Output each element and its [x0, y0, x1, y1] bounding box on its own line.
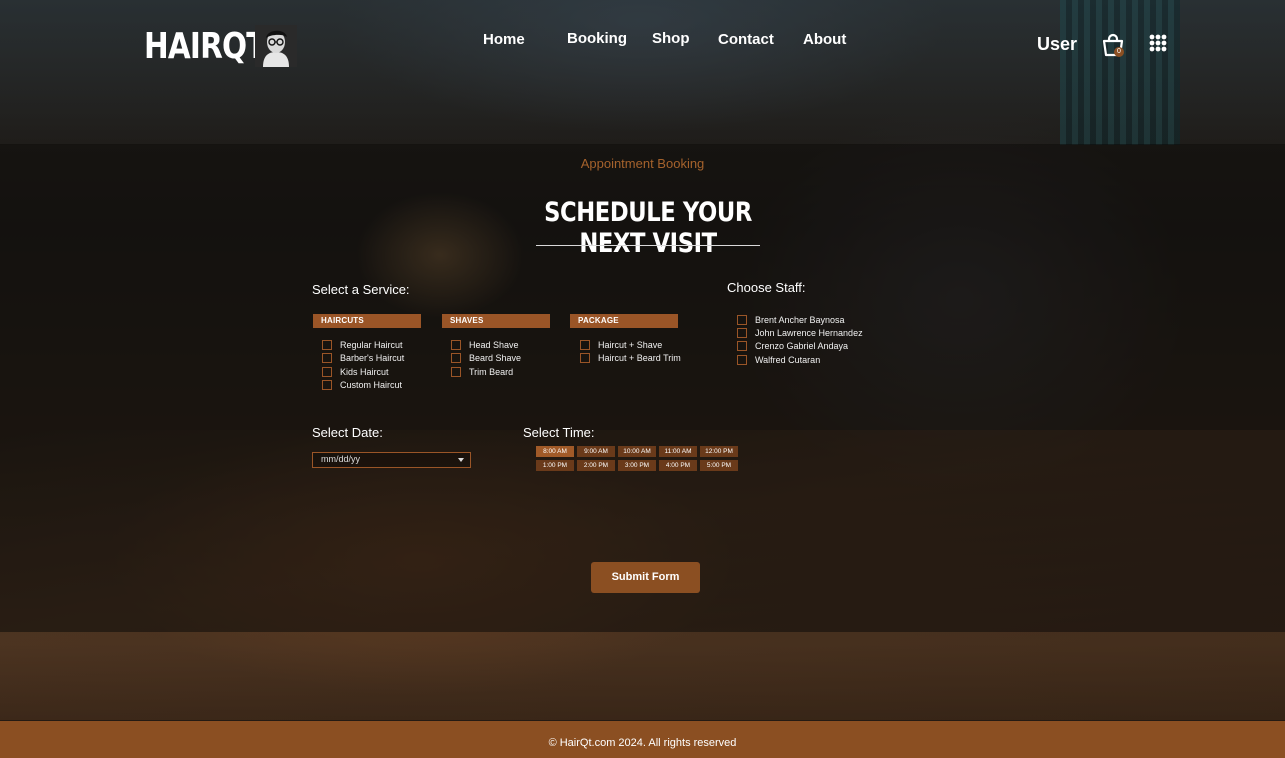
category-haircuts: HAIRCUTS — [313, 314, 421, 328]
section-eyebrow: Appointment Booking — [580, 156, 705, 171]
staff-label: Choose Staff: — [727, 280, 806, 295]
checkbox[interactable] — [322, 380, 332, 390]
staff-option[interactable]: John Lawrence Hernandez — [737, 327, 863, 339]
time-slot[interactable]: 3:00 PM — [618, 460, 656, 471]
barber-avatar-icon — [255, 25, 297, 67]
staff-option[interactable]: Brent Ancher Baynosa — [737, 314, 845, 326]
checkbox[interactable] — [451, 340, 461, 350]
date-input[interactable]: mm/dd/yy — [312, 452, 471, 468]
checkbox[interactable] — [322, 367, 332, 377]
site-header: HAIRQT Home Booking Shop Contact About U… — [0, 0, 1285, 90]
option-label: Trim Beard — [469, 367, 514, 377]
logo-text[interactable]: HAIRQT — [144, 26, 266, 67]
option-label: Head Shave — [469, 340, 519, 350]
checkbox[interactable] — [737, 315, 747, 325]
service-option[interactable]: Trim Beard — [451, 366, 513, 378]
service-option[interactable]: Regular Haircut — [322, 339, 403, 351]
copyright-text: © HairQt.com 2024. All rights reserved — [548, 737, 737, 749]
time-slot[interactable]: 12:00 PM — [700, 446, 738, 457]
option-label: Beard Shave — [469, 353, 522, 363]
service-option[interactable]: Custom Haircut — [322, 379, 402, 391]
service-option[interactable]: Haircut + Beard Trim — [580, 352, 681, 364]
service-label: Select a Service: — [312, 282, 410, 297]
site-footer: © HairQt.com 2024. All rights reserved — [0, 721, 1285, 758]
title-divider — [536, 245, 760, 246]
checkbox[interactable] — [451, 353, 461, 363]
checkbox[interactable] — [737, 341, 747, 351]
staff-option[interactable]: Walfred Cutaran — [737, 354, 820, 366]
time-slot[interactable]: 11:00 AM — [659, 446, 697, 457]
staff-name: John Lawrence Hernandez — [755, 328, 863, 338]
service-option[interactable]: Beard Shave — [451, 352, 521, 364]
staff-name: Crenzo Gabriel Andaya — [755, 341, 849, 351]
option-label: Custom Haircut — [340, 380, 403, 390]
option-label: Kids Haircut — [340, 367, 389, 377]
time-slot[interactable]: 4:00 PM — [659, 460, 697, 471]
nav-shop[interactable]: Shop — [652, 30, 690, 47]
time-slot[interactable]: 8:00 AM — [536, 446, 574, 457]
time-slot[interactable]: 5:00 PM — [700, 460, 738, 471]
checkbox[interactable] — [322, 353, 332, 363]
time-slot[interactable]: 1:00 PM — [536, 460, 574, 471]
option-label: Haircut + Beard Trim — [598, 353, 681, 363]
checkbox[interactable] — [580, 353, 590, 363]
cart-count-badge: 0 — [1114, 47, 1124, 57]
time-slot[interactable]: 2:00 PM — [577, 460, 615, 471]
category-shaves: SHAVES — [442, 314, 550, 328]
staff-name: Brent Ancher Baynosa — [755, 315, 845, 325]
page-title: SCHEDULE YOUR NEXT VISIT — [544, 197, 752, 259]
option-label: Barber's Haircut — [340, 353, 405, 363]
service-option[interactable]: Barber's Haircut — [322, 352, 404, 364]
nav-contact[interactable]: Contact — [718, 31, 774, 48]
checkbox[interactable] — [737, 328, 747, 338]
option-label: Regular Haircut — [340, 340, 403, 350]
option-label: Haircut + Shave — [598, 340, 663, 350]
time-label: Select Time: — [523, 425, 595, 440]
service-option[interactable]: Haircut + Shave — [580, 339, 662, 351]
checkbox[interactable] — [451, 367, 461, 377]
category-package: PACKAGE — [570, 314, 678, 328]
date-placeholder: mm/dd/yy — [321, 454, 361, 464]
submit-button[interactable]: Submit Form — [591, 562, 700, 593]
service-option[interactable]: Kids Haircut — [322, 366, 389, 378]
checkbox[interactable] — [737, 355, 747, 365]
nav-about[interactable]: About — [803, 31, 846, 48]
staff-option[interactable]: Crenzo Gabriel Andaya — [737, 340, 848, 352]
time-slot[interactable]: 9:00 AM — [577, 446, 615, 457]
user-link[interactable]: User — [1037, 34, 1077, 55]
date-label: Select Date: — [312, 425, 383, 440]
grid-dots-icon[interactable] — [1149, 34, 1167, 52]
service-option[interactable]: Head Shave — [451, 339, 519, 351]
checkbox[interactable] — [322, 340, 332, 350]
checkbox[interactable] — [580, 340, 590, 350]
nav-home[interactable]: Home — [483, 31, 525, 48]
time-slot[interactable]: 10:00 AM — [618, 446, 656, 457]
staff-name: Walfred Cutaran — [755, 355, 821, 365]
chevron-down-icon[interactable] — [458, 458, 464, 462]
nav-booking[interactable]: Booking — [567, 30, 627, 47]
